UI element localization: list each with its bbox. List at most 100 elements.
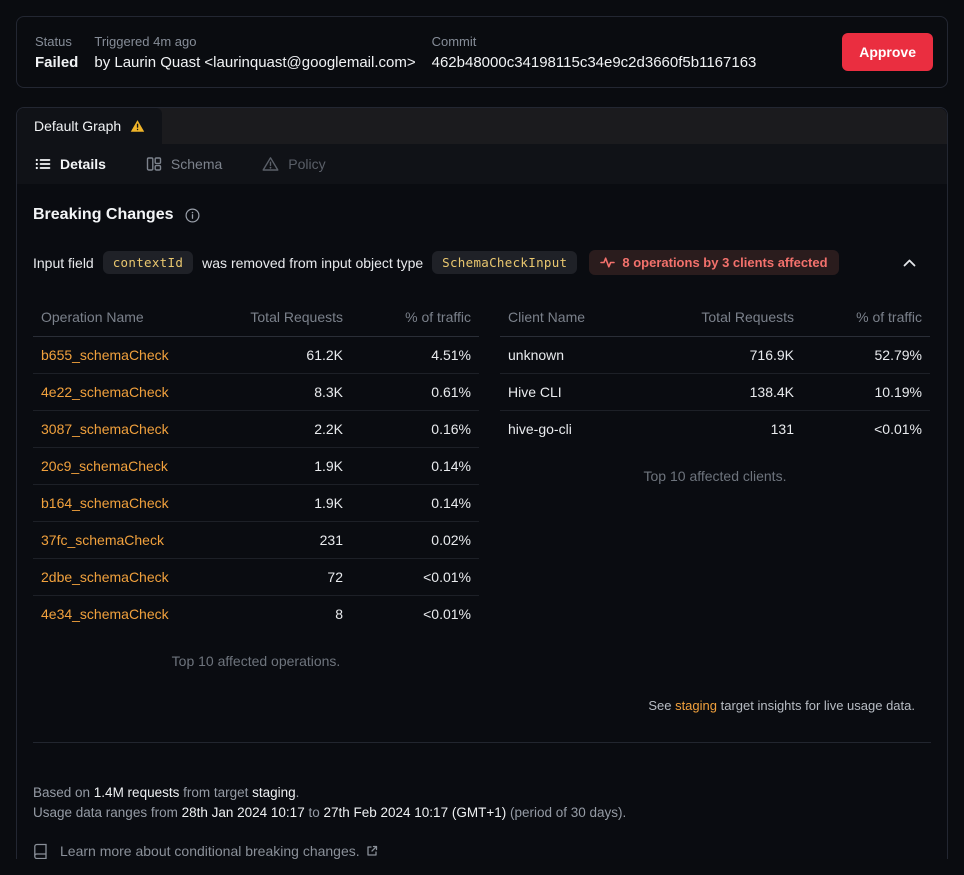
type-code: SchemaCheckInput	[432, 251, 577, 274]
usage-line-1: Based on 1.4M requests from target stagi…	[33, 783, 927, 803]
table-row: b655_schemaCheck 61.2K 4.51%	[33, 337, 479, 374]
tab-details-label: Details	[60, 156, 106, 172]
table-row: 37fc_schemaCheck 231 0.02%	[33, 522, 479, 559]
learn-more-link[interactable]: Learn more about conditional breaking ch…	[60, 843, 378, 859]
table-row: 4e22_schemaCheck 8.3K 0.61%	[33, 374, 479, 411]
client-name-cell: Hive CLI	[500, 374, 684, 411]
requests-cell: 2.2K	[233, 411, 351, 448]
triggered-label: Triggered 4m ago	[94, 34, 415, 49]
operations-table-wrap: Operation Name Total Requests % of traff…	[33, 301, 479, 669]
operation-link[interactable]: 3087_schemaCheck	[41, 421, 169, 437]
status-value: Failed	[35, 54, 78, 71]
operation-link[interactable]: b164_schemaCheck	[41, 495, 169, 511]
client-name-cell: hive-go-cli	[500, 411, 684, 448]
clients-table-wrap: Client Name Total Requests % of traffic …	[500, 301, 930, 484]
requests-cell: 8	[233, 596, 351, 633]
col-total-requests: Total Requests	[684, 301, 802, 337]
clients-caption: Top 10 affected clients.	[500, 468, 930, 484]
request-count: 1.4M requests	[94, 785, 180, 800]
external-link-icon	[366, 845, 378, 857]
table-row: 20c9_schemaCheck 1.9K 0.14%	[33, 448, 479, 485]
tab-schema-label: Schema	[171, 156, 222, 172]
tab-details[interactable]: Details	[35, 156, 106, 172]
traffic-cell: 10.19%	[802, 374, 930, 411]
operation-link[interactable]: b655_schemaCheck	[41, 347, 169, 363]
tab-schema[interactable]: Schema	[146, 156, 222, 172]
pulse-icon	[600, 256, 615, 269]
operation-link[interactable]: 37fc_schemaCheck	[41, 532, 164, 548]
table-header-row: Operation Name Total Requests % of traff…	[33, 301, 479, 337]
book-icon	[33, 843, 48, 860]
table-row: hive-go-cli 131 <0.01%	[500, 411, 930, 448]
usage-summary: Based on 1.4M requests from target stagi…	[33, 783, 927, 823]
operations-table: Operation Name Total Requests % of traff…	[33, 301, 479, 633]
requests-cell: 131	[684, 411, 802, 448]
table-row: Hive CLI 138.4K 10.19%	[500, 374, 930, 411]
traffic-cell: <0.01%	[351, 559, 479, 596]
breaking-change-row[interactable]: Input field contextId was removed from i…	[33, 250, 927, 275]
check-panel: Default Graph Details	[16, 107, 948, 859]
traffic-cell: 0.16%	[351, 411, 479, 448]
commit-block: Commit 462b48000c34198115c34e9c2d3660f5b…	[432, 34, 757, 71]
chevron-up-icon[interactable]	[902, 257, 917, 269]
breaking-changes-title: Breaking Changes	[33, 206, 173, 224]
requests-cell: 1.9K	[233, 448, 351, 485]
traffic-cell: 4.51%	[351, 337, 479, 374]
affected-badge-label: 8 operations by 3 clients affected	[622, 255, 827, 270]
learn-more-label: Learn more about conditional breaking ch…	[60, 843, 360, 859]
change-middle: was removed from input object type	[202, 255, 423, 271]
details-content: Breaking Changes Input field contextId w…	[17, 184, 947, 713]
requests-cell: 716.9K	[684, 337, 802, 374]
tab-default-graph[interactable]: Default Graph	[17, 108, 162, 144]
usage-line-2: Usage data ranges from 28th Jan 2024 10:…	[33, 803, 927, 823]
requests-cell: 1.9K	[233, 485, 351, 522]
check-header-card: Status Failed Triggered 4m ago by Laurin…	[16, 16, 948, 88]
warning-icon	[130, 119, 145, 133]
graph-tab-label: Default Graph	[34, 118, 121, 134]
operation-link[interactable]: 4e22_schemaCheck	[41, 384, 169, 400]
change-prefix: Input field	[33, 255, 94, 271]
affected-badge: 8 operations by 3 clients affected	[589, 250, 838, 275]
info-icon[interactable]	[185, 208, 200, 223]
col-traffic: % of traffic	[351, 301, 479, 337]
requests-cell: 72	[233, 559, 351, 596]
client-name-cell: unknown	[500, 337, 684, 374]
operation-link[interactable]: 4e34_schemaCheck	[41, 606, 169, 622]
traffic-cell: 52.79%	[802, 337, 930, 374]
inner-tab-bar: Details Schema Policy	[17, 144, 947, 184]
status-label: Status	[35, 34, 78, 49]
traffic-cell: 0.61%	[351, 374, 479, 411]
commit-hash: 462b48000c34198115c34e9c2d3660f5b1167163	[432, 54, 757, 71]
tab-policy-label: Policy	[288, 156, 325, 172]
col-traffic: % of traffic	[802, 301, 930, 337]
table-row: 4e34_schemaCheck 8 <0.01%	[33, 596, 479, 633]
list-icon	[35, 156, 51, 172]
triggered-author: by Laurin Quast <laurinquast@googlemail.…	[94, 54, 415, 71]
insights-suffix: target insights for live usage data.	[717, 698, 915, 713]
learn-more-row: Learn more about conditional breaking ch…	[33, 843, 927, 860]
traffic-cell: 0.14%	[351, 485, 479, 522]
traffic-cell: 0.14%	[351, 448, 479, 485]
warning-outline-icon	[262, 156, 279, 172]
table-row: 2dbe_schemaCheck 72 <0.01%	[33, 559, 479, 596]
graph-tabstrip: Default Graph	[17, 108, 947, 144]
schema-icon	[146, 156, 162, 172]
commit-label: Commit	[432, 34, 757, 49]
col-operation-name: Operation Name	[33, 301, 233, 337]
traffic-cell: 0.02%	[351, 522, 479, 559]
requests-cell: 8.3K	[233, 374, 351, 411]
operation-link[interactable]: 20c9_schemaCheck	[41, 458, 168, 474]
col-total-requests: Total Requests	[233, 301, 351, 337]
insights-prefix: See	[648, 698, 675, 713]
triggered-block: Triggered 4m ago by Laurin Quast <laurin…	[94, 34, 415, 71]
table-header-row: Client Name Total Requests % of traffic	[500, 301, 930, 337]
requests-cell: 138.4K	[684, 374, 802, 411]
approve-button[interactable]: Approve	[842, 33, 933, 71]
tab-policy[interactable]: Policy	[262, 156, 325, 172]
status-block: Status Failed	[35, 34, 78, 71]
clients-table: Client Name Total Requests % of traffic …	[500, 301, 930, 448]
footer-divider	[33, 742, 931, 743]
staging-link[interactable]: staging	[675, 698, 717, 713]
operation-link[interactable]: 2dbe_schemaCheck	[41, 569, 169, 585]
requests-cell: 61.2K	[233, 337, 351, 374]
